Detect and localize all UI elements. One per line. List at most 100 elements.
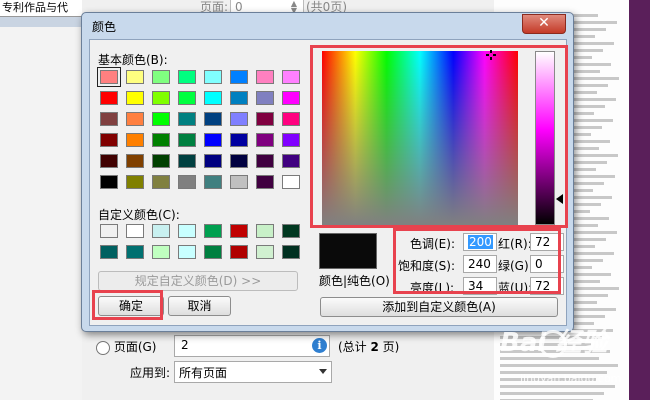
blue-label: 蓝(U): — [498, 281, 533, 295]
basic-color-swatch[interactable] — [256, 133, 274, 147]
basic-color-swatch[interactable] — [204, 154, 222, 168]
chevron-down-icon — [319, 369, 327, 374]
custom-color-swatch[interactable] — [204, 245, 222, 259]
basic-color-swatch[interactable] — [178, 70, 196, 84]
hue-input[interactable]: 200 — [463, 233, 497, 251]
custom-color-swatch[interactable] — [256, 245, 274, 259]
basic-color-swatch[interactable] — [178, 133, 196, 147]
custom-color-swatch[interactable] — [230, 224, 248, 238]
basic-color-swatch[interactable] — [178, 112, 196, 126]
green-input[interactable]: 0 — [530, 255, 564, 273]
basic-color-swatch[interactable] — [126, 112, 144, 126]
info-icon[interactable]: i — [312, 338, 327, 353]
background-right-strip — [629, 0, 650, 400]
hue-value: 200 — [468, 235, 493, 249]
basic-color-swatch[interactable] — [126, 175, 144, 189]
red-label: 红(R): — [498, 237, 532, 251]
custom-colors-label: 自定义颜色(C): — [98, 208, 180, 222]
basic-color-swatch[interactable] — [282, 154, 300, 168]
custom-color-swatch[interactable] — [126, 224, 144, 238]
define-custom-colors-button[interactable]: 规定自定义颜色(D) >> — [98, 271, 298, 291]
close-button[interactable]: ✕ — [522, 14, 566, 34]
luminance-arrow-icon[interactable] — [556, 194, 563, 204]
custom-color-swatch[interactable] — [126, 245, 144, 259]
luminance-input[interactable]: 34 — [463, 277, 497, 295]
cancel-button[interactable]: 取消 — [168, 296, 231, 316]
basic-color-swatch[interactable] — [230, 154, 248, 168]
basic-color-swatch[interactable] — [230, 91, 248, 105]
add-to-custom-colors-button[interactable]: 添加到自定义颜色(A) — [320, 297, 558, 317]
basic-color-swatch[interactable] — [126, 70, 144, 84]
basic-color-swatch[interactable] — [178, 154, 196, 168]
custom-color-swatch[interactable] — [100, 245, 118, 259]
basic-color-swatch[interactable] — [100, 91, 118, 105]
custom-color-swatch[interactable] — [178, 245, 196, 259]
basic-color-swatch[interactable] — [282, 91, 300, 105]
custom-color-swatch[interactable] — [282, 245, 300, 259]
custom-color-swatch[interactable] — [204, 224, 222, 238]
total-suffix: 页) — [378, 340, 400, 354]
basic-color-swatch[interactable] — [204, 133, 222, 147]
basic-color-swatch[interactable] — [100, 175, 118, 189]
basic-color-swatch[interactable] — [230, 112, 248, 126]
basic-color-swatch[interactable] — [126, 91, 144, 105]
page-radio-row[interactable]: 页面(G) — [96, 337, 157, 357]
basic-color-swatch[interactable] — [230, 175, 248, 189]
page-radio-button[interactable] — [96, 340, 110, 355]
basic-color-swatch[interactable] — [100, 133, 118, 147]
document-text-line — [500, 364, 618, 367]
custom-color-swatch[interactable] — [178, 224, 196, 238]
saturation-input[interactable]: 240 — [463, 255, 497, 273]
basic-color-swatch[interactable] — [97, 67, 121, 87]
apply-to-select[interactable]: 所有页面 — [174, 361, 332, 383]
custom-color-swatch[interactable] — [152, 224, 170, 238]
document-text-line — [500, 392, 604, 395]
custom-color-swatch[interactable] — [152, 245, 170, 259]
ok-button[interactable]: 确定 — [98, 296, 164, 316]
color-spectrum[interactable] — [322, 50, 518, 225]
basic-color-swatch[interactable] — [230, 133, 248, 147]
blue-input[interactable]: 72 — [530, 277, 564, 295]
apply-to-value: 所有页面 — [179, 366, 228, 380]
basic-color-swatch[interactable] — [126, 154, 144, 168]
basic-color-swatch[interactable] — [178, 175, 196, 189]
luminance-slider[interactable] — [535, 51, 555, 225]
basic-color-swatch[interactable] — [256, 70, 274, 84]
basic-color-swatch[interactable] — [282, 70, 300, 84]
basic-color-swatch[interactable] — [204, 91, 222, 105]
basic-color-swatch[interactable] — [282, 133, 300, 147]
color-dialog: 颜色 ✕ 基本颜色(B): 自定义颜色(C): 规定自定义颜色(D) >> 确定… — [81, 12, 574, 332]
basic-color-swatch[interactable] — [204, 70, 222, 84]
basic-color-swatch[interactable] — [152, 112, 170, 126]
basic-color-swatch[interactable] — [256, 112, 274, 126]
custom-color-swatch[interactable] — [230, 245, 248, 259]
basic-color-swatch[interactable] — [178, 91, 196, 105]
basic-color-swatch[interactable] — [100, 154, 118, 168]
basic-color-swatch[interactable] — [204, 175, 222, 189]
basic-color-swatch[interactable] — [126, 133, 144, 147]
basic-color-swatch[interactable] — [152, 154, 170, 168]
color-solid-label: 颜色|纯色(O) — [319, 274, 390, 288]
basic-color-swatch[interactable] — [152, 175, 170, 189]
basic-color-swatch[interactable] — [256, 154, 274, 168]
basic-color-swatch[interactable] — [152, 70, 170, 84]
basic-color-swatch[interactable] — [204, 112, 222, 126]
basic-color-swatch[interactable] — [152, 133, 170, 147]
red-input[interactable]: 72 — [530, 233, 564, 251]
basic-color-swatch[interactable] — [282, 112, 300, 126]
custom-color-swatch[interactable] — [256, 224, 274, 238]
custom-color-swatch[interactable] — [100, 224, 118, 238]
background-tab-title[interactable]: 专利作品与代 — [0, 0, 82, 17]
basic-color-swatch[interactable] — [256, 91, 274, 105]
basic-color-swatch[interactable] — [282, 175, 300, 189]
basic-color-swatch[interactable] — [230, 70, 248, 84]
custom-color-swatch[interactable] — [282, 224, 300, 238]
basic-color-swatch[interactable] — [152, 91, 170, 105]
basic-colors-label: 基本颜色(B): — [98, 53, 168, 67]
basic-color-swatch[interactable] — [100, 112, 118, 126]
dialog-client-area: 基本颜色(B): 自定义颜色(C): 规定自定义颜色(D) >> 确定 取消 颜… — [89, 39, 567, 326]
background-tab-strip — [0, 17, 82, 27]
basic-color-swatch[interactable] — [256, 175, 274, 189]
page-number-input[interactable]: 2 i — [174, 335, 330, 357]
crosshair-icon[interactable] — [486, 50, 496, 60]
